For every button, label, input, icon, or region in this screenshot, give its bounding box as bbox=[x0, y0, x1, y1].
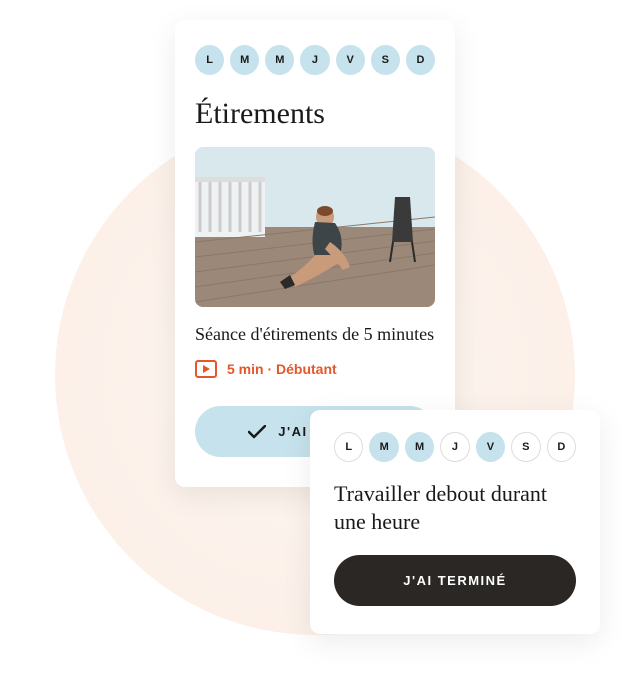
day-pill[interactable]: M bbox=[369, 432, 398, 462]
day-pill[interactable]: L bbox=[334, 432, 363, 462]
day-pill[interactable]: L bbox=[195, 45, 224, 75]
section-title: Étirements bbox=[195, 97, 435, 131]
day-pill[interactable]: J bbox=[300, 45, 329, 75]
day-selector-main: L M M J V S D bbox=[195, 45, 435, 75]
day-pill[interactable]: D bbox=[547, 432, 576, 462]
session-image[interactable] bbox=[195, 147, 435, 307]
check-icon bbox=[248, 425, 266, 439]
day-pill[interactable]: V bbox=[336, 45, 365, 75]
play-icon bbox=[195, 360, 217, 378]
day-pill[interactable]: M bbox=[405, 432, 434, 462]
day-pill[interactable]: V bbox=[476, 432, 505, 462]
day-pill[interactable]: M bbox=[265, 45, 294, 75]
done-button-small[interactable]: J'AI TERMINÉ bbox=[334, 555, 576, 606]
day-pill[interactable]: J bbox=[440, 432, 469, 462]
day-selector-small: L M M J V S D bbox=[334, 432, 576, 462]
session-meta-text: 5 min · Débutant bbox=[227, 361, 337, 377]
task-title: Travailler debout durant une heure bbox=[334, 480, 576, 535]
done-button-label: J'AI TERMINÉ bbox=[403, 573, 506, 588]
standing-card: L M M J V S D Travailler debout durant u… bbox=[310, 410, 600, 634]
session-title: Séance d'étirements de 5 minutes bbox=[195, 323, 435, 346]
session-meta: 5 min · Débutant bbox=[195, 360, 435, 378]
day-pill[interactable]: M bbox=[230, 45, 259, 75]
day-pill[interactable]: S bbox=[371, 45, 400, 75]
day-pill[interactable]: S bbox=[511, 432, 540, 462]
day-pill[interactable]: D bbox=[406, 45, 435, 75]
